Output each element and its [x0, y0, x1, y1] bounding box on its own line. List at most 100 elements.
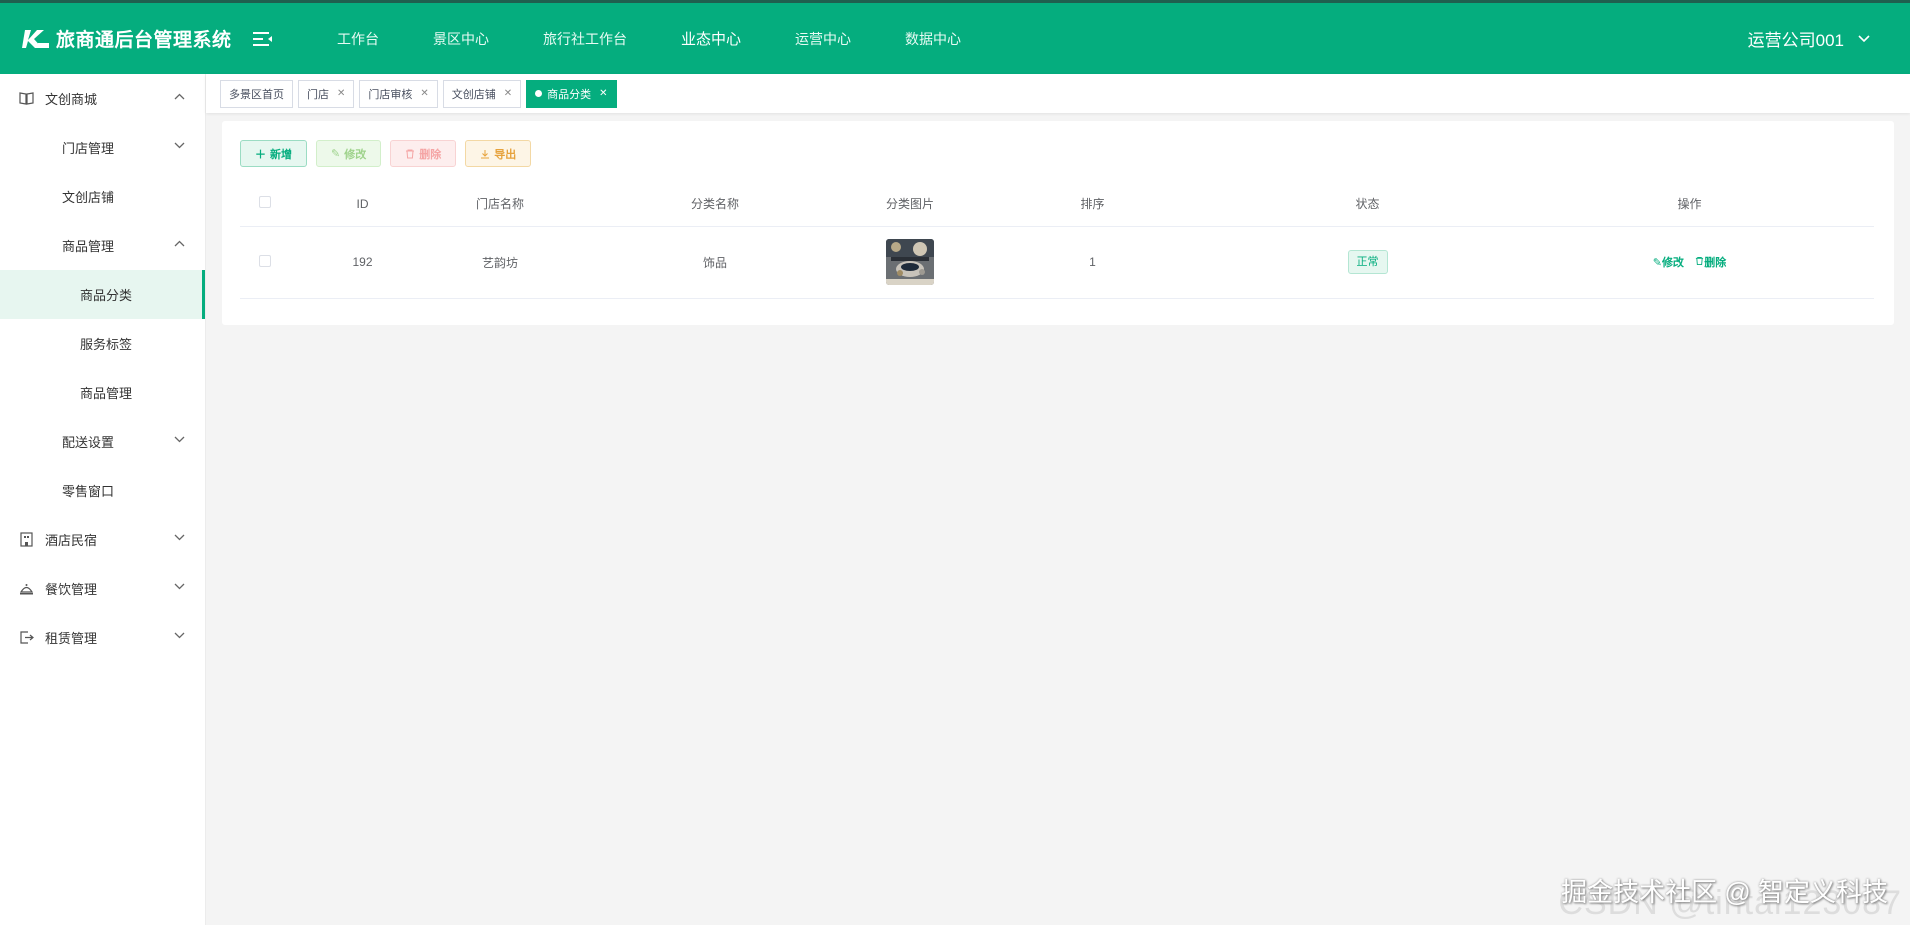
exit-icon — [20, 631, 34, 644]
col-status: 状态 — [1230, 182, 1505, 227]
chevron-up-icon — [174, 93, 185, 100]
row-delete-label: 删除 — [1704, 257, 1727, 269]
sidebar-item-product-category[interactable]: 商品分类 — [0, 270, 205, 319]
dining-icon — [19, 584, 34, 595]
nav-workbench[interactable]: 工作台 — [310, 2, 406, 76]
trash-icon — [1696, 256, 1704, 266]
table-row: 192 艺韵坊 饰品 1 正常 ✎修改 删除 — [240, 226, 1874, 299]
sidebar-item-product-management[interactable]: 商品管理 — [0, 221, 205, 270]
app-title: 旅商通后台管理系统 — [56, 30, 232, 51]
select-all-cell — [240, 182, 290, 227]
col-sort: 排序 — [955, 182, 1230, 227]
sidebar-item-label: 文创商城 — [45, 92, 98, 107]
sidebar-item-retail-window[interactable]: 零售窗口 — [0, 466, 205, 515]
row-delete-button[interactable]: 删除 — [1695, 256, 1727, 269]
building-icon — [20, 532, 33, 547]
delete-button[interactable]: 删除 — [390, 140, 457, 167]
col-category-image: 分类图片 — [865, 182, 955, 227]
cell-actions: ✎修改 删除 — [1505, 226, 1874, 299]
cell-category-name: 饰品 — [565, 226, 865, 299]
chevron-down-icon — [174, 142, 185, 149]
tab-label: 门店审核 — [368, 88, 413, 101]
delete-button-label: 删除 — [419, 148, 442, 161]
close-icon[interactable]: ✕ — [420, 88, 428, 99]
row-checkbox[interactable] — [259, 254, 271, 267]
row-edit-label: 修改 — [1661, 257, 1684, 269]
sidebar-item-product-list[interactable]: 商品管理 — [0, 368, 205, 417]
tab-store-review[interactable]: 门店审核 ✕ — [359, 79, 438, 108]
sidebar-item-cultural-shops[interactable]: 文创店铺 — [0, 172, 205, 221]
user-menu[interactable]: 运营公司001 — [1748, 26, 1870, 51]
sidebar-item-dining[interactable]: 餐饮管理 — [0, 564, 205, 613]
nav-business-center[interactable]: 业态中心 — [654, 2, 768, 76]
sidebar-item-label: 租赁管理 — [45, 631, 98, 646]
sidebar-item-label: 商品分类 — [80, 288, 133, 303]
chevron-down-icon — [1858, 34, 1870, 42]
content-card: ＋ 新增 ✎ 修改 删除 导出 ID 门店名称 分类名称 分类图片 排序 状态 — [222, 121, 1894, 325]
row-select-cell — [240, 226, 290, 299]
add-button[interactable]: ＋ 新增 — [240, 140, 307, 167]
active-dot-icon — [535, 90, 543, 97]
logo[interactable]: 旅商通后台管理系统 — [0, 25, 250, 52]
table-header-row: ID 门店名称 分类名称 分类图片 排序 状态 操作 — [240, 182, 1874, 227]
tab-product-category[interactable]: 商品分类 ✕ — [526, 79, 617, 108]
watermark: 掘金技术社区 @ 智定义科技 — [1561, 877, 1888, 907]
sidebar-item-label: 配送设置 — [62, 435, 115, 450]
close-icon[interactable]: ✕ — [337, 88, 345, 99]
chevron-down-icon — [174, 583, 185, 590]
cell-category-image — [865, 226, 955, 299]
menu-collapse-icon[interactable] — [250, 26, 276, 52]
status-badge: 正常 — [1347, 250, 1388, 274]
sidebar-item-label: 文创店铺 — [62, 190, 115, 205]
sidebar-item-cultural-mall[interactable]: 文创商城 — [0, 74, 205, 123]
nav-travel-agency[interactable]: 旅行社工作台 — [516, 2, 654, 76]
nav-scenic-center[interactable]: 景区中心 — [406, 2, 516, 76]
logo-icon — [22, 29, 49, 48]
cell-id: 192 — [290, 226, 435, 299]
tab-store[interactable]: 门店 ✕ — [298, 79, 355, 108]
tab-home[interactable]: 多景区首页 — [220, 79, 293, 108]
sidebar-item-label: 零售窗口 — [62, 484, 115, 499]
sidebar-item-label: 餐饮管理 — [45, 582, 98, 597]
edit-button[interactable]: ✎ 修改 — [316, 140, 382, 167]
sidebar-item-label: 服务标签 — [80, 337, 133, 352]
sidebar-item-label: 门店管理 — [62, 141, 115, 156]
cell-store-name: 艺韵坊 — [435, 226, 565, 299]
toolbar: ＋ 新增 ✎ 修改 删除 导出 — [240, 140, 540, 167]
top-nav: 工作台 景区中心 旅行社工作台 业态中心 运营中心 数据中心 — [310, 2, 988, 76]
category-table: ID 门店名称 分类名称 分类图片 排序 状态 操作 192 艺韵坊 饰品 1 … — [240, 182, 1874, 299]
edit-icon: ✎ — [1652, 257, 1662, 269]
row-edit-button[interactable]: ✎修改 — [1653, 257, 1684, 269]
sidebar-item-rental[interactable]: 租赁管理 — [0, 613, 205, 662]
category-image[interactable] — [886, 239, 934, 285]
col-id: ID — [290, 182, 435, 227]
sidebar-item-hotel[interactable]: 酒店民宿 — [0, 515, 205, 564]
col-actions: 操作 — [1505, 182, 1874, 227]
col-category-name: 分类名称 — [565, 182, 865, 227]
sidebar: 文创商城 门店管理 文创店铺 商品管理 商品分类 服务标签 商品管理 配送设置 … — [0, 74, 206, 925]
chevron-down-icon — [174, 534, 185, 541]
sidebar-item-delivery-settings[interactable]: 配送设置 — [0, 417, 205, 466]
close-icon[interactable]: ✕ — [599, 88, 607, 99]
download-icon — [481, 149, 490, 158]
sidebar-item-service-tags[interactable]: 服务标签 — [0, 319, 205, 368]
tab-cultural-shop[interactable]: 文创店铺 ✕ — [442, 79, 522, 108]
sidebar-item-label: 商品管理 — [80, 386, 133, 401]
edit-icon: ✎ — [331, 148, 341, 160]
nav-operation-center[interactable]: 运营中心 — [768, 2, 878, 76]
sidebar-item-label: 商品管理 — [62, 239, 115, 254]
close-icon[interactable]: ✕ — [504, 88, 512, 99]
sidebar-item-store-management[interactable]: 门店管理 — [0, 123, 205, 172]
tab-label: 多景区首页 — [229, 88, 284, 101]
nav-data-center[interactable]: 数据中心 — [878, 2, 988, 76]
export-button[interactable]: 导出 — [465, 140, 532, 167]
add-button-label: 新增 — [270, 148, 292, 161]
tab-label: 商品分类 — [547, 88, 592, 101]
tab-label: 文创店铺 — [451, 88, 496, 101]
chevron-down-icon — [174, 632, 185, 639]
trash-icon — [406, 149, 415, 158]
tags-view: 多景区首页 门店 ✕ 门店审核 ✕ 文创店铺 ✕ 商品分类 ✕ — [206, 74, 1910, 113]
select-all-checkbox[interactable] — [259, 196, 271, 209]
chevron-up-icon — [174, 240, 185, 247]
export-button-label: 导出 — [494, 148, 517, 161]
